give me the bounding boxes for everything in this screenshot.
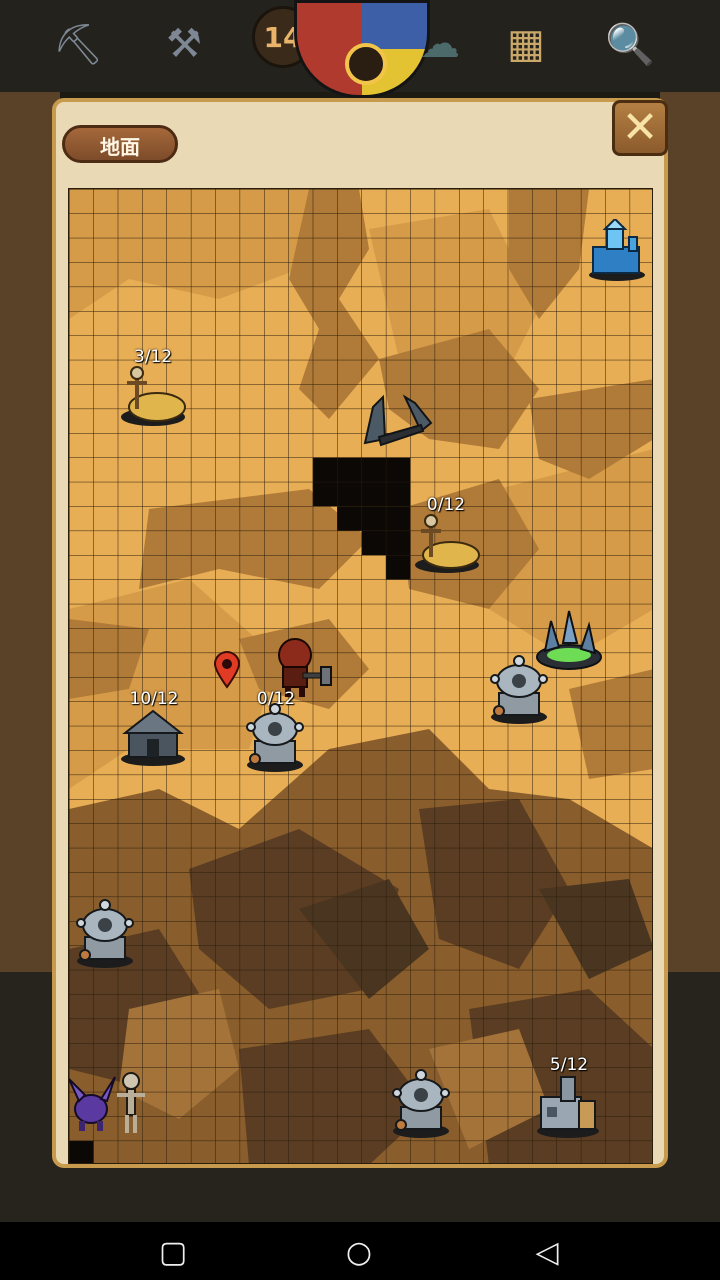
pickaxe-icon[interactable]: ⛏ — [42, 8, 114, 80]
close-button[interactable]: ✕ — [612, 100, 668, 156]
blue-machine-icon[interactable] — [585, 219, 649, 283]
anvil-icon[interactable]: ⚒ — [148, 8, 220, 80]
dialog-title: 地面 — [62, 125, 178, 163]
mech-tower-icon[interactable] — [243, 701, 307, 773]
home-icon[interactable]: ○ — [342, 1236, 376, 1270]
skeleton-icon[interactable] — [111, 1071, 151, 1137]
mech-tower-icon[interactable] — [487, 653, 551, 725]
hay-scarecrow-icon[interactable] — [413, 511, 481, 573]
factory-building-icon[interactable] — [535, 1071, 601, 1139]
world-map[interactable]: 3/12 0/12 10/12 0/12 5/12 — [68, 188, 653, 1164]
back-icon[interactable]: ◁ — [530, 1236, 564, 1270]
map-scroll-icon[interactable]: ▦ — [490, 8, 562, 80]
stone-arch-icon[interactable] — [361, 389, 435, 451]
mech-tower-icon[interactable] — [389, 1067, 453, 1139]
background-right — [660, 92, 720, 972]
rain-cloud-icon[interactable]: ☁ — [404, 8, 476, 80]
top-bar: ⛏ ⚒ 14 ☁ ▦ 🔍 — [0, 0, 720, 98]
map-terrain — [69, 189, 652, 1163]
magnifier-icon[interactable]: 🔍 — [594, 8, 666, 80]
purple-crab-monster-icon[interactable] — [69, 1071, 117, 1133]
system-nav-bar: ▢ ○ ◁ — [0, 1222, 720, 1280]
close-x-icon: ✕ — [621, 102, 659, 153]
player-marker-icon[interactable] — [213, 651, 241, 689]
background-left — [0, 92, 60, 972]
hay-scarecrow-icon[interactable] — [119, 361, 187, 427]
mech-tower-icon[interactable] — [73, 897, 137, 969]
wood-house-icon[interactable] — [119, 705, 187, 767]
recent-apps-icon[interactable]: ▢ — [156, 1236, 190, 1270]
